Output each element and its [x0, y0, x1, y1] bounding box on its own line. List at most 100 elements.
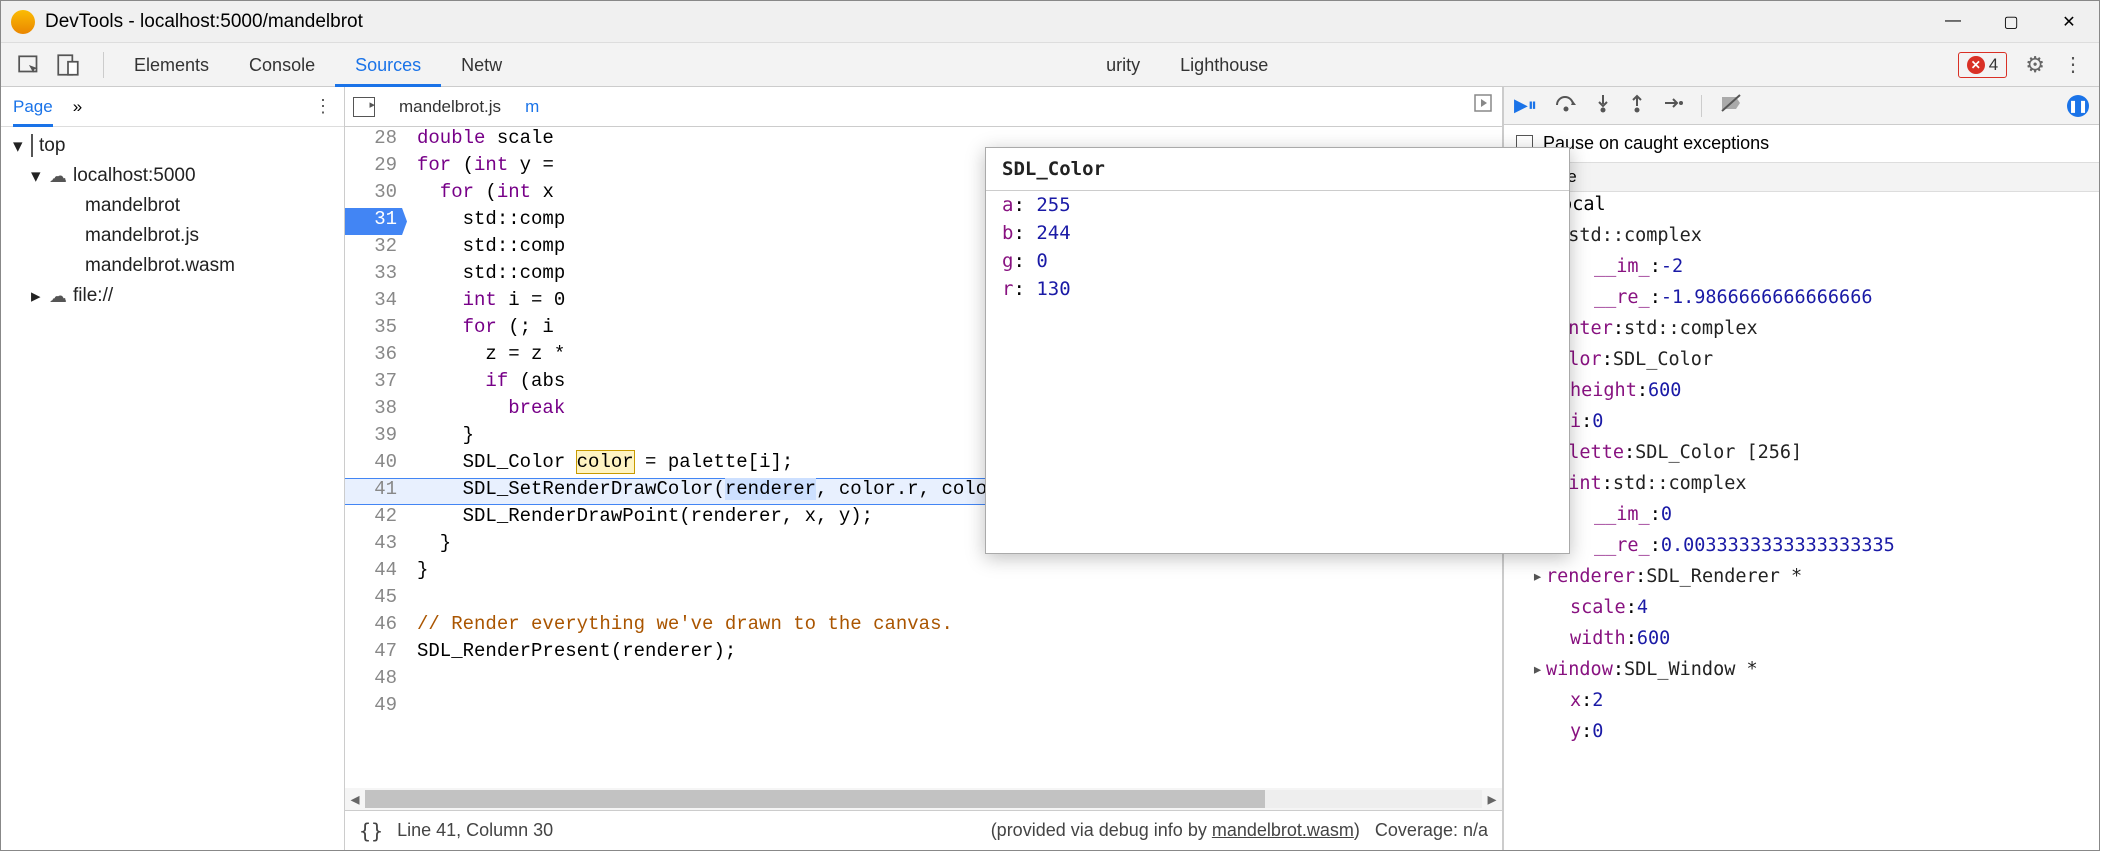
device-icon[interactable]: [55, 52, 81, 78]
tab-elements[interactable]: Elements: [114, 43, 229, 87]
scope-row[interactable]: ▸palette: SDL_Color [256]: [1504, 442, 2099, 473]
scope-local-header[interactable]: ▾LLocal: [1504, 194, 2099, 225]
scope-row[interactable]: height: 600: [1504, 380, 2099, 411]
gutter-line-number[interactable]: 32: [345, 235, 407, 262]
navigator-toggle-icon[interactable]: [353, 97, 375, 117]
scope-row[interactable]: width: 600: [1504, 628, 2099, 659]
scroll-left-icon[interactable]: ◂: [345, 789, 365, 810]
popover-row: b: 244: [986, 219, 1569, 247]
gutter-line-number[interactable]: 31: [345, 208, 407, 235]
scope-row[interactable]: __re_: 0.0033333333333333335: [1504, 535, 2099, 566]
code-line[interactable]: 48: [345, 667, 1502, 694]
step-out-icon[interactable]: [1629, 93, 1645, 118]
tab-network[interactable]: Netw: [441, 43, 504, 87]
editor-hscroll[interactable]: ◂ ▸: [345, 788, 1502, 810]
scope-row[interactable]: ▾point: std::complex: [1504, 473, 2099, 504]
scope-row[interactable]: ▸renderer: SDL_Renderer *: [1504, 566, 2099, 597]
tree-host[interactable]: ▾☁localhost:5000: [1, 161, 344, 191]
gutter-line-number[interactable]: 45: [345, 586, 407, 613]
settings-icon[interactable]: ⚙: [2025, 52, 2045, 78]
gutter-line-number[interactable]: 41: [345, 478, 407, 505]
close-button[interactable]: ✕: [2059, 12, 2079, 32]
gutter-line-number[interactable]: 34: [345, 289, 407, 316]
gutter-line-number[interactable]: 37: [345, 370, 407, 397]
debuginfo-link[interactable]: mandelbrot.wasm: [1212, 820, 1354, 840]
scope-row[interactable]: scale: 4: [1504, 597, 2099, 628]
gutter-line-number[interactable]: 36: [345, 343, 407, 370]
step-icon[interactable]: [1663, 93, 1683, 118]
gutter-line-number[interactable]: 46: [345, 613, 407, 640]
scroll-right-icon[interactable]: ▸: [1482, 789, 1502, 810]
editor-statusbar: {} Line 41, Column 30 (provided via debu…: [345, 810, 1502, 850]
run-snippet-icon[interactable]: [1474, 94, 1494, 119]
code-line[interactable]: 44}: [345, 559, 1502, 586]
tab-lighthouse[interactable]: Lighthouse: [1160, 43, 1288, 87]
tab-sources[interactable]: Sources: [335, 43, 441, 87]
gutter-line-number[interactable]: 30: [345, 181, 407, 208]
code-line[interactable]: 46// Render everything we've drawn to th…: [345, 613, 1502, 640]
inspect-icon[interactable]: [17, 52, 43, 78]
cloud-icon: ☁: [49, 287, 67, 305]
tree-file-mandelbrot-wasm[interactable]: mandelbrot.wasm: [1, 251, 344, 281]
scope-row[interactable]: ▸window: SDL_Window *: [1504, 659, 2099, 690]
gutter-line-number[interactable]: 47: [345, 640, 407, 667]
window-titlebar: DevTools - localhost:5000/mandelbrot — ▢…: [1, 1, 2099, 43]
error-icon: ✕: [1967, 56, 1985, 74]
tab-security[interactable]: urity: [1104, 43, 1160, 87]
value-popover: SDL_Color a: 255b: 244g: 0r: 130: [985, 147, 1570, 554]
tree-file-mandelbrot[interactable]: mandelbrot: [1, 191, 344, 221]
pause-badge-icon[interactable]: ❚❚: [2067, 95, 2089, 117]
scope-row[interactable]: __im_: -2: [1504, 256, 2099, 287]
pretty-print-icon[interactable]: {}: [359, 819, 383, 843]
gutter-line-number[interactable]: 29: [345, 154, 407, 181]
gutter-line-number[interactable]: 49: [345, 694, 407, 721]
scope-tree[interactable]: ▾LLocal ▾c: std::complex__im_: -2__re_: …: [1504, 192, 2099, 850]
gutter-line-number[interactable]: 43: [345, 532, 407, 559]
gutter-line-number[interactable]: 48: [345, 667, 407, 694]
tab-console[interactable]: Console: [229, 43, 335, 87]
minimize-button[interactable]: —: [1943, 12, 1963, 32]
maximize-button[interactable]: ▢: [2001, 12, 2021, 32]
more-icon[interactable]: ⋮: [2063, 52, 2083, 77]
gutter-line-number[interactable]: 42: [345, 505, 407, 532]
scope-row[interactable]: i: 0: [1504, 411, 2099, 442]
page-panel-more-icon[interactable]: ⋮: [314, 96, 332, 117]
error-badge[interactable]: ✕ 4: [1958, 52, 2007, 78]
file-tab-active[interactable]: m: [513, 97, 551, 117]
gutter-line-number[interactable]: 35: [345, 316, 407, 343]
gutter-line-number[interactable]: 28: [345, 127, 407, 154]
gutter-line-number[interactable]: 38: [345, 397, 407, 424]
code-line[interactable]: 45: [345, 586, 1502, 613]
more-tabs-chevron[interactable]: »: [73, 87, 82, 127]
scope-row[interactable]: ▸color: SDL_Color: [1504, 349, 2099, 380]
code-line[interactable]: 47SDL_RenderPresent(renderer);: [345, 640, 1502, 667]
code-line[interactable]: 49: [345, 694, 1502, 721]
tree-file-mandelbrot-js[interactable]: mandelbrot.js: [1, 221, 344, 251]
scope-row[interactable]: ▸center: std::complex: [1504, 318, 2099, 349]
scroll-thumb[interactable]: [365, 790, 1265, 808]
page-tab[interactable]: Page: [13, 87, 53, 127]
coverage-label: Coverage: n/a: [1375, 820, 1488, 840]
step-into-icon[interactable]: [1595, 93, 1611, 118]
pause-on-caught-label: Pause on caught exceptions: [1543, 133, 1769, 154]
step-over-icon[interactable]: [1555, 93, 1577, 118]
scope-row[interactable]: __im_: 0: [1504, 504, 2099, 535]
scope-row[interactable]: ▾c: std::complex: [1504, 225, 2099, 256]
gutter-line-number[interactable]: 39: [345, 424, 407, 451]
scope-row[interactable]: __re_: -1.9866666666666666: [1504, 287, 2099, 318]
popover-row: a: 255: [986, 191, 1569, 219]
devtools-icon: [11, 10, 35, 34]
debugger-toolbar: ▶⏸ ❚❚: [1504, 87, 2099, 125]
gutter-line-number[interactable]: 33: [345, 262, 407, 289]
main-tabs: Elements Console Sources Netw urity Ligh…: [1, 43, 2099, 87]
deactivate-breakpoints-icon[interactable]: [1720, 93, 1742, 118]
resume-icon[interactable]: ▶⏸: [1514, 95, 1537, 116]
scope-row[interactable]: y: 0: [1504, 721, 2099, 752]
gutter-line-number[interactable]: 44: [345, 559, 407, 586]
cursor-position: Line 41, Column 30: [397, 820, 553, 841]
tree-file-proto[interactable]: ▸☁file://: [1, 281, 344, 311]
scope-row[interactable]: x: 2: [1504, 690, 2099, 721]
file-tab-mandelbrot-js[interactable]: mandelbrot.js: [387, 97, 513, 117]
tree-top[interactable]: ▾top: [1, 131, 344, 161]
gutter-line-number[interactable]: 40: [345, 451, 407, 478]
